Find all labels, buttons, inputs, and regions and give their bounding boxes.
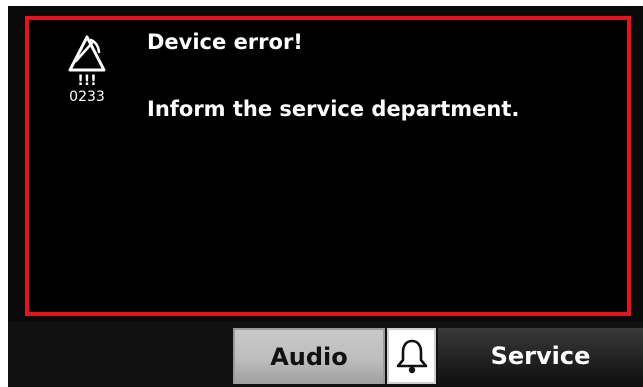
alarm-message: Inform the service department.: [147, 97, 520, 121]
audio-button[interactable]: Audio: [233, 328, 385, 384]
alarm-panel: !!! 0233 Device error! Inform the servic…: [25, 16, 631, 316]
alarm-bell-button[interactable]: [387, 328, 436, 384]
bell-icon: [396, 339, 427, 374]
bottom-toolbar: Audio Service: [8, 322, 643, 387]
audio-button-label: Audio: [270, 343, 348, 371]
alarm-priority-marks: !!!: [77, 73, 97, 89]
alarm-code: 0233: [69, 89, 105, 105]
alarm-indicator: !!! 0233: [61, 34, 113, 106]
muted-alarm-triangle-icon: [68, 35, 106, 72]
service-button-label: Service: [490, 342, 591, 370]
service-button[interactable]: Service: [438, 328, 643, 384]
alarm-title: Device error!: [147, 30, 303, 54]
device-screen: !!! 0233 Device error! Inform the servic…: [8, 6, 643, 387]
